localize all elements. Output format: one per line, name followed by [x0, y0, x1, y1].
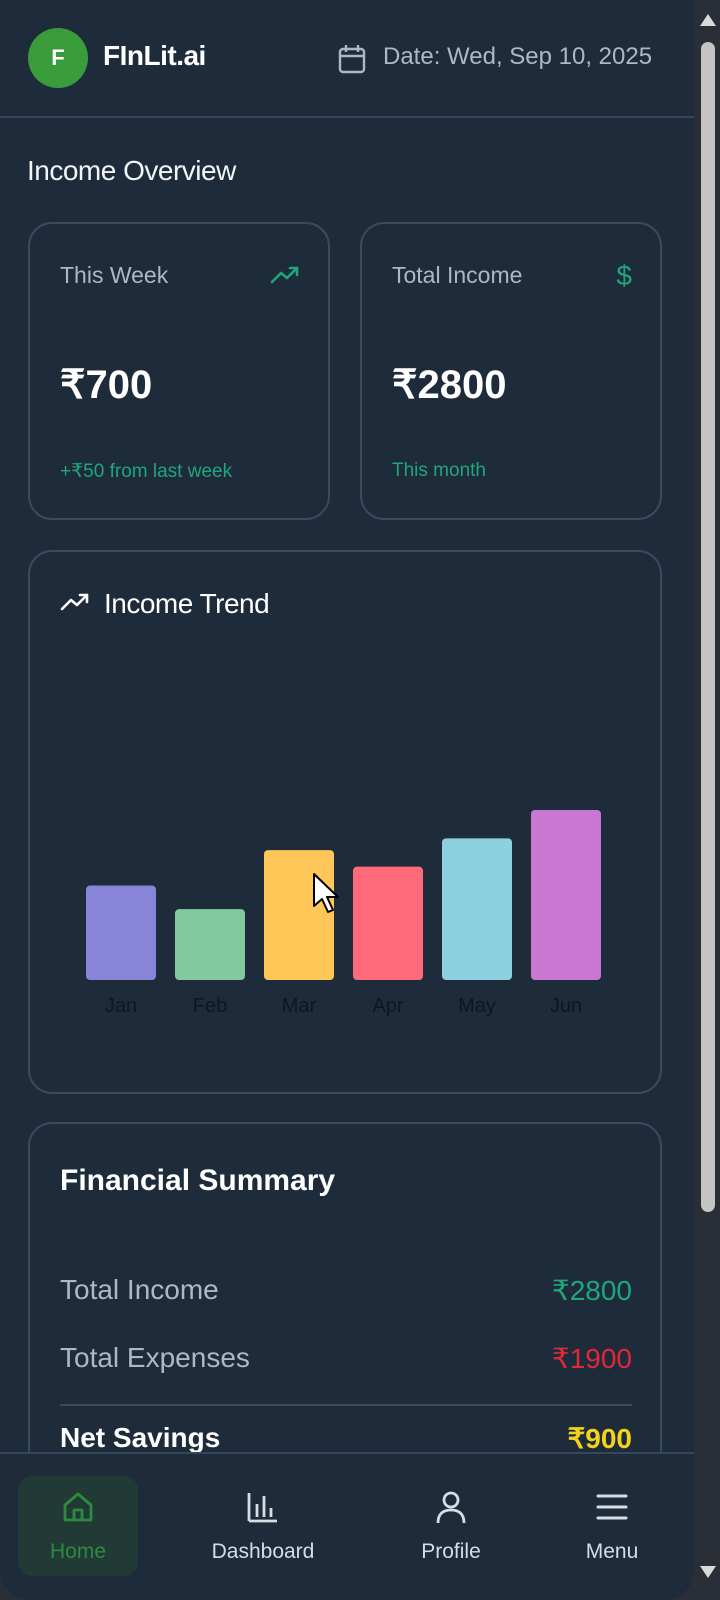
x-tick-label: Jun [550, 995, 582, 1017]
bottom-nav: Home Dashboard Profile Menu [0, 1452, 694, 1600]
dollar-icon: $ [616, 260, 632, 291]
menu-icon [596, 1486, 628, 1528]
mouse-cursor-icon [313, 873, 339, 913]
user-icon [434, 1486, 468, 1528]
income-trend-card: Income Trend Jan Feb Mar Apr May Jun [28, 550, 662, 1094]
current-date: Date: Wed, Sep 10, 2025 [383, 43, 653, 70]
x-tick-label: Jan [105, 995, 137, 1017]
summary-row-expenses: Total Expenses ₹1900 [60, 1342, 632, 1375]
summary-value-expenses: ₹1900 [551, 1343, 632, 1374]
section-title-income-overview: Income Overview [27, 155, 236, 186]
nav-item-home[interactable]: Home [18, 1476, 138, 1576]
bar-may[interactable] [442, 838, 512, 980]
bar-chart-icon [246, 1486, 280, 1528]
x-tick-label: Feb [193, 995, 227, 1017]
nav-label: Profile [421, 1540, 481, 1563]
summary-row-savings: Net Savings ₹900 [60, 1422, 632, 1455]
summary-label: Total Expenses [60, 1342, 250, 1373]
summary-value-income: ₹2800 [551, 1275, 632, 1306]
bar-jan[interactable] [86, 885, 156, 980]
app-header: F FInLit.ai Date: Wed, Sep 10, 2025 [0, 0, 694, 118]
nav-item-menu[interactable]: Menu [552, 1476, 672, 1576]
bar-feb[interactable] [175, 909, 245, 980]
x-tick-label: Apr [372, 995, 403, 1017]
bar-apr[interactable] [353, 866, 423, 980]
scroll-up-arrow-icon[interactable] [700, 14, 716, 26]
card-note: This month [392, 460, 486, 481]
summary-value-savings: ₹900 [567, 1423, 632, 1454]
bar-jun[interactable] [531, 810, 601, 980]
nav-label: Dashboard [211, 1540, 315, 1563]
income-trend-chart: Jan Feb Mar Apr May Jun [86, 810, 601, 1017]
card-this-week: This Week ₹700 +₹50 from last week [28, 222, 330, 520]
nav-label: Menu [585, 1540, 639, 1563]
financial-summary-title: Financial Summary [60, 1164, 336, 1197]
calendar-icon [338, 44, 366, 79]
trending-up-icon [270, 260, 300, 292]
nav-item-profile[interactable]: Profile [391, 1476, 511, 1576]
x-tick-label: May [458, 995, 496, 1017]
card-label: This Week [60, 262, 169, 288]
home-icon [60, 1486, 96, 1528]
card-value: ₹2800 [392, 363, 507, 407]
scrollbar-thumb[interactable] [701, 42, 715, 1212]
card-total-income: Total Income $ ₹2800 This month [360, 222, 662, 520]
summary-label: Net Savings [60, 1422, 221, 1453]
card-note: +₹50 from last week [60, 461, 233, 482]
summary-row-income: Total Income ₹2800 [60, 1274, 632, 1307]
card-label: Total Income [392, 262, 523, 288]
nav-label: Home [49, 1540, 107, 1563]
app-screen: F FInLit.ai Date: Wed, Sep 10, 2025 Inco… [0, 0, 694, 1600]
x-tick-label: Mar [282, 995, 317, 1017]
nav-item-dashboard[interactable]: Dashboard [203, 1476, 323, 1576]
summary-label: Total Income [60, 1274, 219, 1305]
card-value: ₹700 [60, 363, 153, 407]
scroll-down-arrow-icon[interactable] [700, 1566, 716, 1578]
avatar[interactable]: F [28, 28, 88, 88]
summary-divider [60, 1404, 632, 1406]
brand-name: FInLit.ai [103, 40, 206, 71]
